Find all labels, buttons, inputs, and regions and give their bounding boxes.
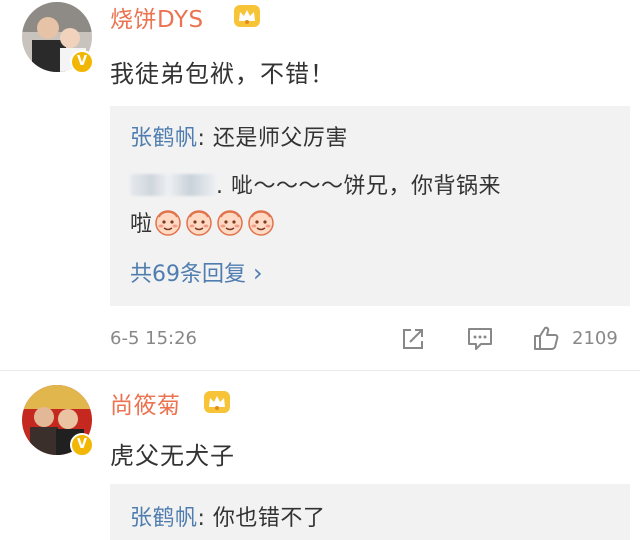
avatar[interactable]: V — [22, 385, 94, 457]
username[interactable]: 尚筱菊 — [110, 386, 181, 420]
reply-separator: : — [197, 126, 213, 151]
comment-text: 我徒弟包袱，不错！ — [110, 60, 335, 88]
verified-badge-icon: V — [70, 50, 94, 74]
reply-item: 张鹤帆: 还是师父厉害 — [130, 120, 348, 152]
reply-text: . 呲～～～～饼兄，你背锅来 — [216, 174, 501, 199]
reply-box[interactable]: 张鹤帆: 你也错不了 — [110, 484, 630, 540]
username[interactable]: 烧饼DYS — [110, 0, 204, 34]
smiling-face-emoji — [154, 210, 181, 236]
smiling-face-emoji — [216, 210, 243, 236]
comment-icon[interactable] — [467, 326, 493, 352]
crown-badge-icon — [234, 5, 260, 27]
reply-item: . 呲～～～～饼兄，你背锅来 — [130, 168, 501, 200]
smiling-face-emoji — [247, 210, 274, 236]
more-replies-label: 共69条回复 — [130, 262, 253, 287]
more-replies-link[interactable]: 共69条回复 › — [130, 256, 263, 288]
comment-text: 虎父无犬子 — [110, 442, 235, 470]
thumbs-up-icon[interactable] — [533, 325, 559, 351]
smiling-face-emoji — [185, 210, 212, 236]
reply-author[interactable]: 张鹤帆 — [130, 506, 198, 531]
share-icon[interactable] — [400, 326, 426, 352]
verified-badge-icon: V — [70, 433, 94, 457]
chevron-right-icon: › — [253, 259, 263, 287]
crown-badge-icon — [204, 391, 230, 413]
comment-2: V 尚筱菊 虎父无犬子 张鹤帆: 你也错不了 — [0, 380, 640, 540]
reply-text: 还是师父厉害 — [212, 126, 348, 151]
blurred-reply-author — [130, 174, 216, 196]
comment-timestamp: 6-5 15:26 — [110, 328, 197, 349]
divider — [0, 370, 640, 371]
reply-text: 你也错不了 — [212, 506, 326, 531]
comment-1: V 烧饼DYS 我徒弟包袱，不错！ 张鹤帆: 还是师父厉害 . 呲～～～～饼兄，… — [0, 0, 640, 368]
avatar[interactable]: V — [22, 2, 94, 74]
reply-item-continued: 啦 — [130, 206, 277, 238]
reply-author[interactable]: 张鹤帆 — [130, 126, 198, 151]
reply-box[interactable]: 张鹤帆: 还是师父厉害 . 呲～～～～饼兄，你背锅来 啦 共69条回复 › — [110, 106, 630, 306]
reply-item: 张鹤帆: 你也错不了 — [130, 500, 325, 532]
reply-text-continued: 啦 — [130, 212, 153, 237]
reply-separator: : — [197, 506, 213, 531]
like-count: 2109 — [572, 328, 618, 349]
emoji-row — [153, 210, 277, 237]
